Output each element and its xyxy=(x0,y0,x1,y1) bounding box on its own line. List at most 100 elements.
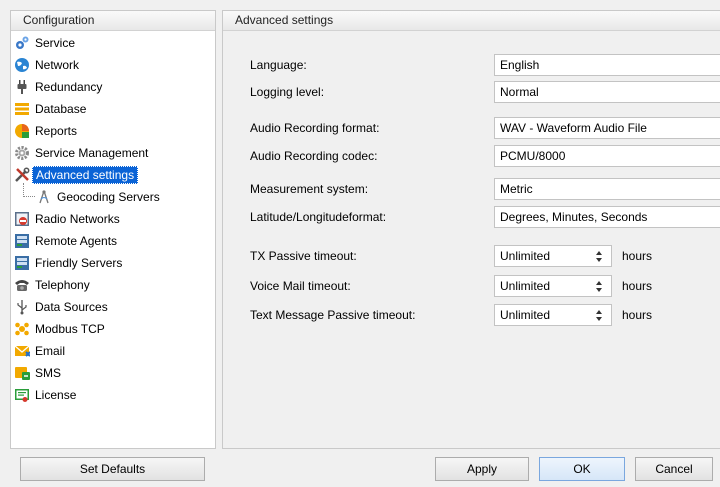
voicemail-timeout-label: Voice Mail timeout: xyxy=(250,279,351,293)
tree-item-label: Modbus TCP xyxy=(35,322,105,336)
tree-item-label: Email xyxy=(35,344,66,358)
voicemail-timeout-value: Unlimited xyxy=(500,279,551,293)
measurement-row: Measurement system: Metric xyxy=(250,178,720,200)
cancel-button[interactable]: Cancel xyxy=(635,457,713,481)
ok-button[interactable]: OK xyxy=(539,457,625,481)
configuration-header: Configuration xyxy=(11,11,215,31)
reports-icon xyxy=(14,123,30,139)
language-label: Language: xyxy=(250,58,307,72)
radio-networks-icon xyxy=(14,211,30,227)
tree-item-label: Service Management xyxy=(35,146,149,160)
usb-icon xyxy=(14,299,30,315)
tree-item-label: Redundancy xyxy=(35,80,103,94)
text-timeout-value: Unlimited xyxy=(500,308,551,322)
tree-item-data-sources[interactable]: Data Sources xyxy=(11,297,108,317)
tree-item-label: License xyxy=(35,388,77,402)
compass-icon xyxy=(36,189,52,205)
tx-timeout-label: TX Passive timeout: xyxy=(250,249,357,263)
tree-item-radio-networks[interactable]: Radio Networks xyxy=(11,209,120,229)
tree-item-sms[interactable]: SMS xyxy=(11,363,61,383)
spin-down-icon[interactable] xyxy=(596,317,602,321)
tree-connector-line xyxy=(23,183,35,197)
audio-format-value: WAV - Waveform Audio File xyxy=(500,121,647,135)
advanced-settings-panel: Advanced settings Language: English Logg… xyxy=(222,10,720,449)
tree-item-label: Network xyxy=(35,58,80,72)
tree-item-friendly-servers[interactable]: Friendly Servers xyxy=(11,253,122,273)
advanced-settings-header: Advanced settings xyxy=(223,11,720,31)
tree-item-label: Advanced settings xyxy=(32,166,139,184)
audio-codec-row: Audio Recording codec: PCMU/8000 xyxy=(250,145,720,167)
tree-item-telephony[interactable]: Telephony xyxy=(11,275,90,295)
language-select[interactable]: English xyxy=(494,54,720,76)
gear-icon xyxy=(14,145,30,161)
tree-item-label: SMS xyxy=(35,366,62,380)
logging-level-row: Logging level: Normal xyxy=(250,81,720,103)
latlon-format-row: Latitude/Longitudeformat: Degrees, Minut… xyxy=(250,206,720,228)
measurement-label: Measurement system: xyxy=(250,182,369,196)
tree-item-advanced-settings[interactable]: Advanced settings xyxy=(11,165,139,185)
audio-codec-label: Audio Recording codec: xyxy=(250,149,378,163)
text-timeout-row: Text Message Passive timeout: Unlimited … xyxy=(250,304,720,326)
tree-item-reports[interactable]: Reports xyxy=(11,121,77,141)
latlon-format-label: Latitude/Longitudeformat: xyxy=(250,210,387,224)
latlon-format-select[interactable]: Degrees, Minutes, Seconds xyxy=(494,206,720,228)
tree-item-service-management[interactable]: Service Management xyxy=(11,143,148,163)
tools-icon xyxy=(14,167,30,183)
modbus-icon xyxy=(14,321,30,337)
spin-down-icon[interactable] xyxy=(596,288,602,292)
database-icon xyxy=(14,101,30,117)
globe-icon xyxy=(14,57,30,73)
logging-level-value: Normal xyxy=(500,85,539,99)
latlon-format-value: Degrees, Minutes, Seconds xyxy=(500,210,648,224)
audio-format-row: Audio Recording format: WAV - Waveform A… xyxy=(250,117,720,139)
tree-item-label: Service xyxy=(35,36,76,50)
tree-item-geocoding-servers[interactable]: Geocoding Servers xyxy=(23,183,160,207)
audio-codec-select[interactable]: PCMU/8000 xyxy=(494,145,720,167)
tree-item-email[interactable]: Email xyxy=(11,341,65,361)
server-icon xyxy=(14,255,30,271)
measurement-value: Metric xyxy=(500,182,533,196)
plug-icon xyxy=(14,79,30,95)
audio-format-select[interactable]: WAV - Waveform Audio File xyxy=(494,117,720,139)
voicemail-timeout-unit: hours xyxy=(622,279,653,293)
tree-item-label: Radio Networks xyxy=(35,212,120,226)
measurement-select[interactable]: Metric xyxy=(494,178,720,200)
audio-format-label: Audio Recording format: xyxy=(250,121,380,135)
tree-item-label: Geocoding Servers xyxy=(57,190,160,204)
tree-item-redundancy[interactable]: Redundancy xyxy=(11,77,102,97)
apply-button[interactable]: Apply xyxy=(435,457,529,481)
tree-item-modbus-tcp[interactable]: Modbus TCP xyxy=(11,319,105,339)
spin-down-icon[interactable] xyxy=(596,258,602,262)
spin-up-icon[interactable] xyxy=(596,281,602,285)
tree-item-label: Telephony xyxy=(35,278,90,292)
logging-level-label: Logging level: xyxy=(250,85,325,99)
logging-level-select[interactable]: Normal xyxy=(494,81,720,103)
email-icon xyxy=(14,343,31,359)
tree-item-database[interactable]: Database xyxy=(11,99,86,119)
language-value: English xyxy=(500,58,540,72)
set-defaults-button[interactable]: Set Defaults xyxy=(20,457,205,481)
spin-up-icon[interactable] xyxy=(596,251,602,255)
tree-item-network[interactable]: Network xyxy=(11,55,79,75)
telephone-icon xyxy=(14,277,30,293)
tree-item-label: Reports xyxy=(35,124,78,138)
tree-item-label: Data Sources xyxy=(35,300,108,314)
tree-item-remote-agents[interactable]: Remote Agents xyxy=(11,231,117,251)
tx-timeout-unit: hours xyxy=(622,249,653,263)
text-timeout-stepper[interactable]: Unlimited xyxy=(494,304,612,326)
tx-timeout-row: TX Passive timeout: Unlimited hours xyxy=(250,245,720,267)
tree-item-label: Remote Agents xyxy=(35,234,118,248)
tx-timeout-stepper[interactable]: Unlimited xyxy=(494,245,612,267)
tx-timeout-value: Unlimited xyxy=(500,249,551,263)
audio-codec-value: PCMU/8000 xyxy=(500,149,566,163)
tree-item-service[interactable]: Service xyxy=(11,33,75,53)
sms-icon xyxy=(14,365,30,381)
license-icon xyxy=(14,387,30,403)
voicemail-timeout-stepper[interactable]: Unlimited xyxy=(494,275,612,297)
text-timeout-unit: hours xyxy=(622,308,653,322)
gears-icon xyxy=(14,35,30,51)
spin-up-icon[interactable] xyxy=(596,310,602,314)
language-row: Language: English xyxy=(250,54,720,76)
text-timeout-label: Text Message Passive timeout: xyxy=(250,308,416,322)
tree-item-license[interactable]: License xyxy=(11,385,76,405)
